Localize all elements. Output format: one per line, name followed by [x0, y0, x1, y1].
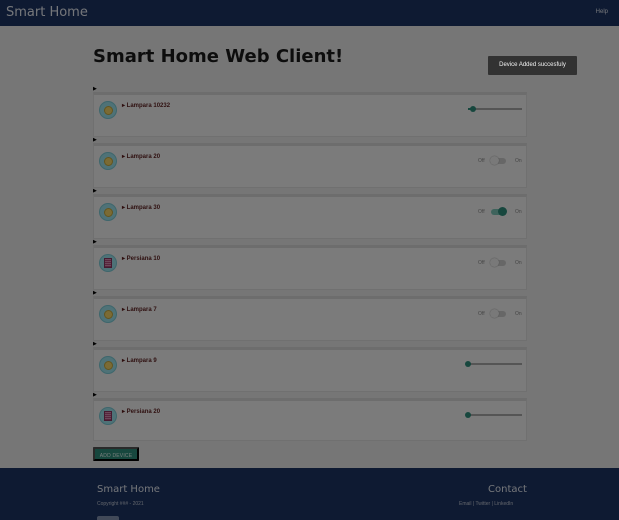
toggle-thumb[interactable] [490, 258, 499, 267]
toggle-on-label: On [515, 311, 522, 317]
footer-brand: Smart Home [97, 484, 160, 495]
toggle-off-label: Off [478, 209, 485, 215]
lightbulb-icon [99, 356, 117, 374]
footer: Smart Home Copyright ### - 2021 Contact … [0, 468, 619, 520]
device-power-toggle[interactable]: Off On [478, 156, 522, 166]
device-name[interactable]: ▸ Persiana 10 [122, 255, 160, 262]
slider-handle[interactable] [465, 412, 471, 418]
lightbulb-icon [99, 101, 117, 119]
device-level-slider[interactable] [465, 412, 522, 418]
toggle-track[interactable] [490, 309, 506, 318]
toggle-track[interactable] [490, 258, 506, 267]
device-power-toggle[interactable]: Off On [478, 309, 522, 319]
device-name[interactable]: ▸ Lampara 30 [122, 204, 160, 211]
footer-contact-title: Contact [488, 484, 527, 495]
add-device-button[interactable]: ADD DEVICE [93, 447, 139, 461]
device-power-toggle[interactable]: Off On [478, 207, 522, 217]
lightbulb-icon [99, 203, 117, 221]
lightbulb-icon [99, 152, 117, 170]
toggle-track[interactable] [490, 156, 506, 165]
toggle-off-label: Off [478, 311, 485, 317]
help-link[interactable]: Help [596, 9, 608, 15]
toast-notification: Device Added succesfuly [488, 56, 577, 75]
toggle-off-label: Off [478, 260, 485, 266]
device-list: ▶ ▸ Lampara 10232 ▶ ▸ Lampara 20 Off On ▶ ▸ Lam… [93, 86, 527, 441]
device-card: ▸ Persiana 20 [93, 398, 527, 441]
toggle-thumb[interactable] [498, 207, 507, 216]
toggle-on-label: On [515, 158, 522, 164]
device-card: ▸ Lampara 7 Off On [93, 296, 527, 341]
device-card: ▸ Lampara 30 Off On [93, 194, 527, 239]
blinds-icon [99, 254, 117, 272]
device-card: ▸ Persiana 10 Off On [93, 245, 527, 290]
device-name[interactable]: ▸ Lampara 10232 [122, 102, 170, 109]
device-level-slider[interactable] [468, 106, 522, 112]
toggle-thumb[interactable] [490, 156, 499, 165]
toggle-track[interactable] [491, 207, 507, 216]
device-power-toggle[interactable]: Off On [478, 258, 522, 268]
toggle-on-label: On [515, 209, 522, 215]
device-card: ▸ Lampara 10232 [93, 92, 527, 137]
lightbulb-icon [99, 305, 117, 323]
device-name[interactable]: ▸ Lampara 7 [122, 306, 157, 313]
footer-links[interactable]: Email | Twitter | LinkedIn [459, 501, 513, 507]
device-name[interactable]: ▸ Persiana 20 [122, 408, 160, 415]
footer-copyright: Copyright ### - 2021 [97, 501, 144, 507]
device-card: ▸ Lampara 9 [93, 347, 527, 392]
device-level-slider[interactable] [465, 361, 522, 367]
slider-handle[interactable] [470, 106, 477, 112]
toggle-on-label: On [515, 260, 522, 266]
footer-scroll-tab [97, 516, 119, 520]
blinds-icon [99, 407, 117, 425]
device-name[interactable]: ▸ Lampara 9 [122, 357, 157, 364]
device-name[interactable]: ▸ Lampara 20 [122, 153, 160, 160]
toggle-thumb[interactable] [490, 309, 499, 318]
toggle-off-label: Off [478, 158, 485, 164]
slider-handle[interactable] [465, 361, 471, 367]
navbar-brand[interactable]: Smart Home [6, 5, 88, 20]
device-card: ▸ Lampara 20 Off On [93, 143, 527, 188]
top-navbar: Smart Home Help [0, 0, 619, 26]
page-title: Smart Home Web Client! [93, 46, 344, 67]
